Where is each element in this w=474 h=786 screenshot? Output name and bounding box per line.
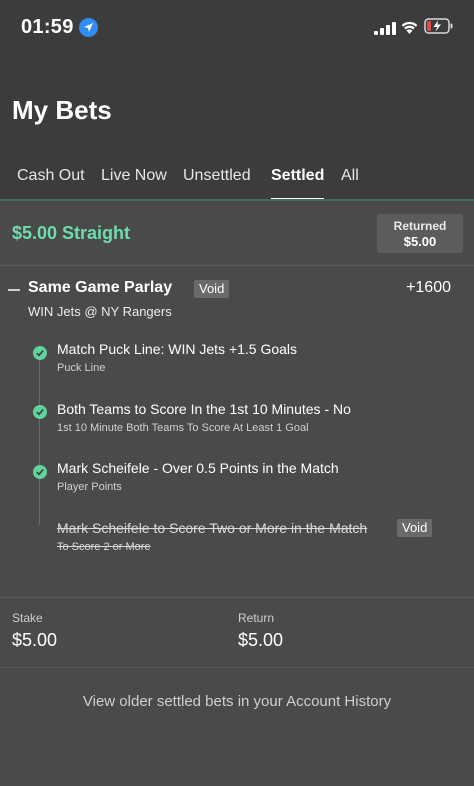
page-title: My Bets [12, 95, 112, 125]
stake-value: $5.00 [12, 630, 58, 650]
bet-tabs: Cash Out Live Now Unsettled Settled All [0, 160, 474, 200]
check-icon [33, 465, 47, 479]
bet-card-header[interactable]: $5.00 Straight Returned $5.00 [0, 201, 474, 265]
divider [0, 597, 474, 598]
matchup: WIN Jets @ NY Rangers [28, 304, 172, 319]
divider [0, 667, 474, 668]
tab-cash-out[interactable]: Cash Out [17, 167, 85, 185]
status-time: 01:59 [21, 16, 74, 38]
check-icon [33, 346, 47, 360]
stake-label: Stake [12, 611, 43, 625]
leg-void-badge: Void [397, 519, 433, 537]
app-header: 01:59 My Bets Cash Out Live Now Unsettle… [0, 0, 474, 200]
legs-connector [39, 355, 40, 525]
return-value: $5.00 [238, 630, 284, 650]
returned-value: $5.00 [403, 234, 437, 249]
wifi-icon [400, 19, 419, 39]
collapse-icon[interactable] [8, 289, 20, 291]
location-icon [79, 18, 98, 37]
account-history-link[interactable]: View older settled bets in your Account … [0, 693, 474, 710]
returned-label: Returned [393, 219, 447, 233]
signal-icon [374, 22, 396, 40]
bet-odds: +1600 [406, 279, 451, 296]
tab-settled[interactable]: Settled [271, 167, 324, 185]
leg-title: Match Puck Line: WIN Jets +1.5 Goals [57, 341, 298, 357]
battery-charging-icon [424, 18, 454, 39]
tab-unsettled[interactable]: Unsettled [183, 167, 251, 185]
returned-badge: Returned $5.00 [377, 214, 463, 253]
parlay-title: Same Game Parlay [28, 279, 173, 296]
tab-all[interactable]: All [341, 167, 359, 185]
leg-subtitle: 1st 10 Minute Both Teams To Score At Lea… [57, 422, 309, 434]
tab-live-now[interactable]: Live Now [101, 167, 167, 185]
leg-subtitle: Player Points [57, 481, 122, 493]
bet-title: $5.00 Straight [12, 223, 131, 243]
divider [0, 265, 474, 266]
leg-title: Both Teams to Score In the 1st 10 Minute… [57, 401, 351, 417]
leg-subtitle-voided: To Score 2 or More [57, 541, 151, 553]
parlay-void-badge: Void [194, 280, 230, 298]
check-icon [33, 405, 47, 419]
leg-subtitle: Puck Line [57, 362, 106, 374]
leg-title-voided: Mark Scheifele to Score Two or More in t… [57, 520, 368, 536]
return-label: Return [238, 611, 275, 625]
leg-title: Mark Scheifele - Over 0.5 Points in the … [57, 460, 339, 476]
